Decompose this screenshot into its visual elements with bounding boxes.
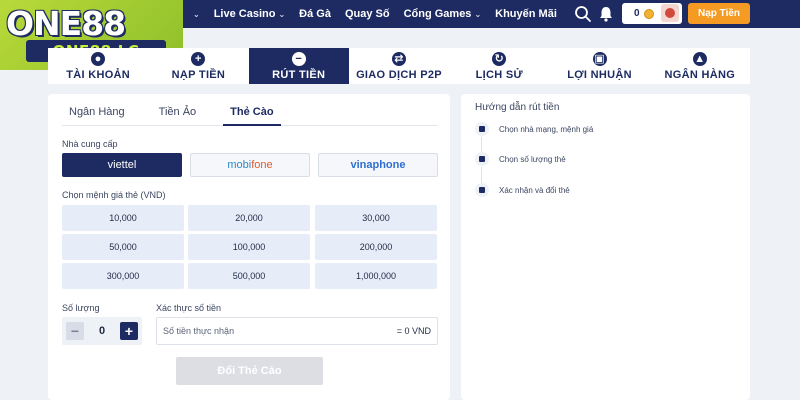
subtab-scratch-card[interactable]: Thẻ Cào xyxy=(223,106,281,126)
nav-item-cong-games[interactable]: Cổng Games ⌄ xyxy=(397,8,489,20)
chevron-down-icon: ⌄ xyxy=(278,9,286,19)
denomination-option[interactable]: 50,000 xyxy=(62,234,184,260)
provider-vinaphone[interactable]: vinaphone xyxy=(318,153,438,177)
avatar-icon xyxy=(665,8,675,18)
tab-account[interactable]: ● TÀI KHOẢN xyxy=(48,48,148,84)
denomination-label: Chọn mệnh giá thẻ (VND) xyxy=(62,190,166,200)
avatar[interactable] xyxy=(661,4,679,22)
guide-step: Chọn số lượng thẻ xyxy=(475,152,566,166)
amount-total: = 0 VND xyxy=(396,326,431,336)
exchange-card-button[interactable]: Đổi Thẻ Cào xyxy=(176,357,323,385)
subtab-bank[interactable]: Ngân Hàng xyxy=(62,106,132,126)
plus-icon: + xyxy=(191,52,206,66)
minus-icon: − xyxy=(291,52,306,66)
check-icon xyxy=(475,122,489,136)
bank-icon: ▲ xyxy=(692,52,707,66)
withdraw-method-tabs: Ngân Hàng Tiền Ảo Thẻ Cào xyxy=(62,106,438,126)
search-icon[interactable] xyxy=(574,5,592,23)
logo-text: ONE88 xyxy=(6,4,126,43)
denomination-option[interactable]: 30,000 xyxy=(315,205,437,231)
tab-deposit[interactable]: + NẠP TIỀN xyxy=(148,48,248,84)
provider-viettel[interactable]: viettel xyxy=(62,153,182,177)
chevron-down-icon: ⌄ xyxy=(193,9,200,19)
nav-item-da-ga[interactable]: Đá Gà xyxy=(292,8,338,20)
denomination-option[interactable]: 1,000,000 xyxy=(315,263,437,289)
guide-step: Xác nhận và đổi thẻ xyxy=(475,183,570,197)
card-icon xyxy=(475,152,489,166)
tab-history[interactable]: ↻ LỊCH SỬ xyxy=(449,48,549,84)
denomination-option[interactable]: 300,000 xyxy=(62,263,184,289)
provider-mobifone[interactable]: mobi fone xyxy=(190,153,310,177)
tab-p2p[interactable]: ⇄ GIAO DỊCH P2P xyxy=(349,48,449,84)
received-amount-input[interactable] xyxy=(157,318,357,344)
denomination-option[interactable]: 10,000 xyxy=(62,205,184,231)
gift-icon: ▣ xyxy=(592,52,607,66)
withdraw-guide-panel: Hướng dẫn rút tiền Chọn nhà mạng, mệnh g… xyxy=(461,94,750,400)
tab-bank[interactable]: ▲ NGÂN HÀNG xyxy=(650,48,750,84)
quantity-value[interactable]: 0 xyxy=(92,317,112,345)
subtab-crypto[interactable]: Tiền Ảo xyxy=(152,106,204,126)
user-icon: ● xyxy=(91,52,106,66)
withdraw-panel: Ngân Hàng Tiền Ảo Thẻ Cào Nhà cung cấp v… xyxy=(48,94,450,400)
bell-icon[interactable] xyxy=(597,5,615,23)
tab-withdraw[interactable]: − RÚT TIỀN xyxy=(248,48,349,84)
nav-item-quay-so[interactable]: Quay Số xyxy=(338,8,397,20)
denomination-option[interactable]: 200,000 xyxy=(315,234,437,260)
denomination-option[interactable]: 20,000 xyxy=(188,205,310,231)
deposit-button[interactable]: Nạp Tiền xyxy=(688,3,750,24)
quantity-stepper: − 0 + xyxy=(62,317,142,345)
decrement-button[interactable]: − xyxy=(66,322,84,340)
nav-item-khuyen-mai[interactable]: Khuyến Mãi xyxy=(488,8,564,20)
denomination-option[interactable]: 100,000 xyxy=(188,234,310,260)
guide-connector xyxy=(481,167,482,184)
coin-icon xyxy=(643,8,654,19)
guide-title: Hướng dẫn rút tiền xyxy=(475,102,560,113)
history-icon: ↻ xyxy=(492,52,507,66)
nav-item-partial[interactable]: ⌄ xyxy=(183,10,207,19)
verify-amount-label: Xác thực số tiền xyxy=(156,303,222,313)
swap-icon: ⇄ xyxy=(391,52,406,66)
account-tabs: ● TÀI KHOẢN + NẠP TIỀN − RÚT TIỀN ⇄ GIAO… xyxy=(48,48,750,84)
guide-step: Chọn nhà mạng, mệnh giá xyxy=(475,122,593,136)
phone-icon xyxy=(475,183,489,197)
denomination-option[interactable]: 500,000 xyxy=(188,263,310,289)
increment-button[interactable]: + xyxy=(120,322,138,340)
provider-label: Nhà cung cấp xyxy=(62,139,118,149)
main-nav: ⌄ Live Casino ⌄ Đá Gà Quay Số Cổng Games… xyxy=(183,0,564,28)
quantity-label: Số lượng xyxy=(62,303,100,313)
nav-item-live-casino[interactable]: Live Casino ⌄ xyxy=(207,8,292,20)
chevron-down-icon: ⌄ xyxy=(474,9,482,19)
tab-profit[interactable]: ▣ LỢI NHUẬN xyxy=(549,48,649,84)
received-amount-field: = 0 VND xyxy=(156,317,438,345)
